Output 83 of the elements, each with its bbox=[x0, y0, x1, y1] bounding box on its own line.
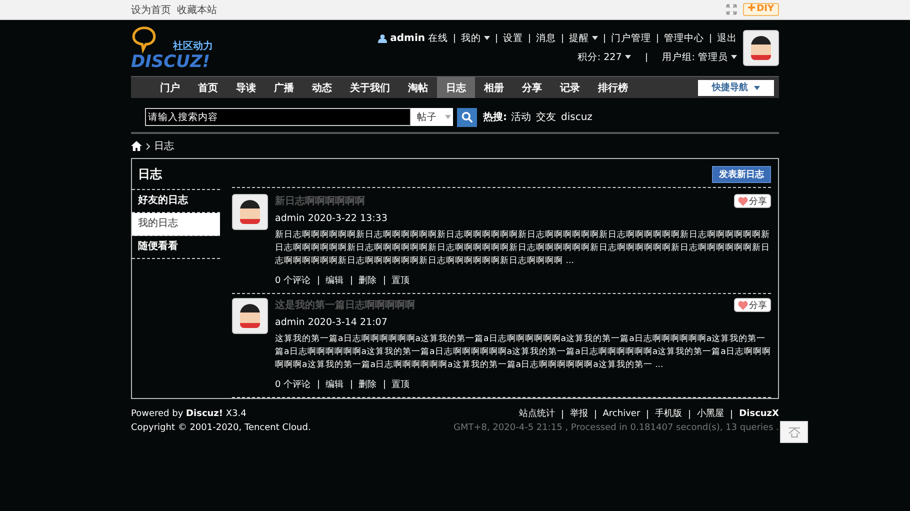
footer-link[interactable]: 举报 bbox=[570, 407, 588, 421]
post-author[interactable]: admin bbox=[275, 317, 305, 328]
caret-icon bbox=[754, 86, 760, 90]
nav-tab[interactable]: 导读 bbox=[227, 77, 265, 98]
top-link[interactable]: 收藏本站 bbox=[177, 2, 217, 16]
post-action-link[interactable]: 置顶 bbox=[392, 274, 410, 287]
nav-tab[interactable]: 记录 bbox=[551, 77, 589, 98]
user-menu-link[interactable]: 提醒 bbox=[569, 32, 598, 45]
user-menu-link[interactable]: 设置 bbox=[503, 32, 523, 45]
chevron-icon bbox=[146, 142, 150, 150]
heart-icon bbox=[738, 196, 748, 206]
home-icon[interactable] bbox=[131, 141, 142, 151]
user-icon bbox=[378, 34, 388, 43]
caret-icon bbox=[731, 55, 737, 60]
nav-tab[interactable]: 广播 bbox=[265, 77, 303, 98]
arrow-up-icon bbox=[788, 426, 800, 438]
plus-icon bbox=[748, 4, 755, 11]
post-date: 2020-3-22 13:33 bbox=[308, 213, 388, 224]
nav-tab[interactable]: 首页 bbox=[189, 77, 227, 98]
nav-tab[interactable]: 日志 bbox=[437, 77, 475, 98]
heart-icon bbox=[738, 300, 748, 310]
hot-search-link[interactable]: discuz bbox=[561, 112, 592, 122]
avatar[interactable] bbox=[232, 194, 268, 230]
new-post-button[interactable]: 发表新日志 bbox=[712, 166, 771, 183]
panel-title: 日志 bbox=[132, 159, 220, 190]
nav-tab[interactable]: 排行榜 bbox=[589, 77, 637, 98]
server-info-text: GMT+8, 2020-4-5 21:15 , Processed in 0.181407 second(s), 13 queries . bbox=[453, 422, 779, 435]
hot-search-link[interactable]: 活动 bbox=[511, 110, 531, 124]
share-button[interactable]: 分享 bbox=[734, 298, 771, 312]
footer-link[interactable]: DiscuzX bbox=[739, 407, 779, 421]
user-stat-link[interactable]: 积分: 227 bbox=[577, 51, 631, 64]
post-action-link[interactable]: 置顶 bbox=[392, 378, 410, 391]
user-menu-link[interactable]: 门户管理 bbox=[611, 32, 651, 45]
footer-link[interactable]: Archiver bbox=[602, 407, 640, 421]
online-status: 在线 bbox=[428, 32, 448, 45]
post-action-link[interactable]: 删除 bbox=[358, 378, 377, 391]
nav-tab[interactable]: 门户 bbox=[151, 77, 189, 98]
caret-icon bbox=[592, 36, 598, 40]
search-button[interactable] bbox=[457, 108, 477, 126]
nav-tab[interactable]: 关于我们 bbox=[341, 77, 399, 98]
sidebar-item[interactable]: 我的日志 bbox=[132, 213, 220, 236]
top-link[interactable]: 设为首页 bbox=[131, 2, 171, 16]
post-excerpt: 这算我的第一篇a日志啊啊啊啊啊啊a这算我的第一篇a日志啊啊啊啊啊啊a这算我的第一篇a日志啊啊啊啊啊啊a这算我的第一篇a日志啊啊啊啊啊啊a这算我的第一篇a日志啊啊啊啊啊啊a这算我的第一篇a日志啊啊啊啊啊啊a这算我的第一篇a日志啊啊啊啊啊啊a这算我的第一篇a日志啊啊啊啊啊啊a这算我的第一篇a日志啊啊啊啊啊啊a这算我的第一 ... bbox=[275, 333, 771, 372]
post-action-link[interactable]: 0 个评论 bbox=[275, 274, 311, 287]
caret-icon bbox=[445, 115, 451, 119]
search-icon bbox=[461, 111, 473, 123]
sidebar-item[interactable]: 随便看看 bbox=[132, 236, 220, 259]
user-menu-link[interactable]: 消息 bbox=[536, 32, 556, 45]
hot-search-link[interactable]: 交友 bbox=[536, 110, 556, 124]
fullscreen-icon[interactable] bbox=[726, 4, 737, 15]
back-to-top-button[interactable] bbox=[780, 421, 808, 443]
user-menu-link[interactable]: 退出 bbox=[717, 32, 737, 45]
share-button[interactable]: 分享 bbox=[734, 194, 771, 208]
breadcrumb-link[interactable]: 日志 bbox=[154, 139, 174, 153]
post-action-link[interactable]: 编辑 bbox=[326, 378, 344, 391]
copyright-text: Copyright © 2001-2020, Tencent Cloud. bbox=[131, 422, 311, 435]
footer-link[interactable]: 手机版 bbox=[655, 407, 682, 421]
hot-search-label: 热搜: bbox=[483, 110, 507, 124]
logo[interactable]: 社区动力 DISCUZ! bbox=[131, 25, 221, 71]
nav-tab[interactable]: 淘帖 bbox=[399, 77, 437, 98]
caret-icon bbox=[484, 36, 490, 40]
footer-link[interactable]: 小黑屋 bbox=[697, 407, 724, 421]
user-menu-link[interactable]: 我的 bbox=[461, 32, 490, 45]
post-action-link[interactable]: 编辑 bbox=[326, 274, 344, 287]
username-link[interactable]: admin bbox=[390, 33, 425, 44]
nav-tab[interactable]: 分享 bbox=[513, 77, 551, 98]
post-excerpt: 新日志啊啊啊啊啊啊新日志啊啊啊啊啊啊新日志啊啊啊啊啊啊新日志啊啊啊啊啊啊新日志啊啊啊啊啊啊新日志啊啊啊啊啊啊新日志啊啊啊啊啊啊新日志啊啊啊啊啊啊新日志啊啊啊啊啊啊新日志啊啊啊啊啊啊新日志啊啊啊啊啊啊新日志啊啊啊啊啊啊新日志啊啊啊啊啊啊新日志啊啊啊啊啊啊新日志啊啊啊啊啊啊新日志啊啊啊啊 ... bbox=[275, 229, 771, 268]
post-author[interactable]: admin bbox=[275, 213, 305, 224]
avatar[interactable] bbox=[743, 30, 779, 66]
post-action-link[interactable]: 0 个评论 bbox=[275, 378, 311, 391]
search-type-select[interactable]: 帖子 bbox=[411, 108, 453, 126]
footer-link[interactable]: 站点统计 bbox=[518, 407, 555, 421]
avatar[interactable] bbox=[232, 298, 268, 334]
user-stat-link[interactable]: 用户组: 管理员 bbox=[662, 51, 737, 64]
post-action-link[interactable]: 删除 bbox=[358, 274, 377, 287]
search-field[interactable]: 请输入搜索内容 bbox=[145, 108, 411, 126]
caret-icon bbox=[624, 55, 631, 60]
nav-tab[interactable]: 动态 bbox=[303, 77, 341, 98]
powered-by-text: Powered by Discuz! X3.4 bbox=[131, 408, 248, 421]
post-date: 2020-3-14 21:07 bbox=[308, 317, 388, 328]
user-menu-link[interactable]: 管理中心 bbox=[664, 32, 704, 45]
quick-nav-button[interactable]: 快捷导航 bbox=[698, 80, 774, 96]
nav-tab[interactable]: 相册 bbox=[475, 77, 513, 98]
